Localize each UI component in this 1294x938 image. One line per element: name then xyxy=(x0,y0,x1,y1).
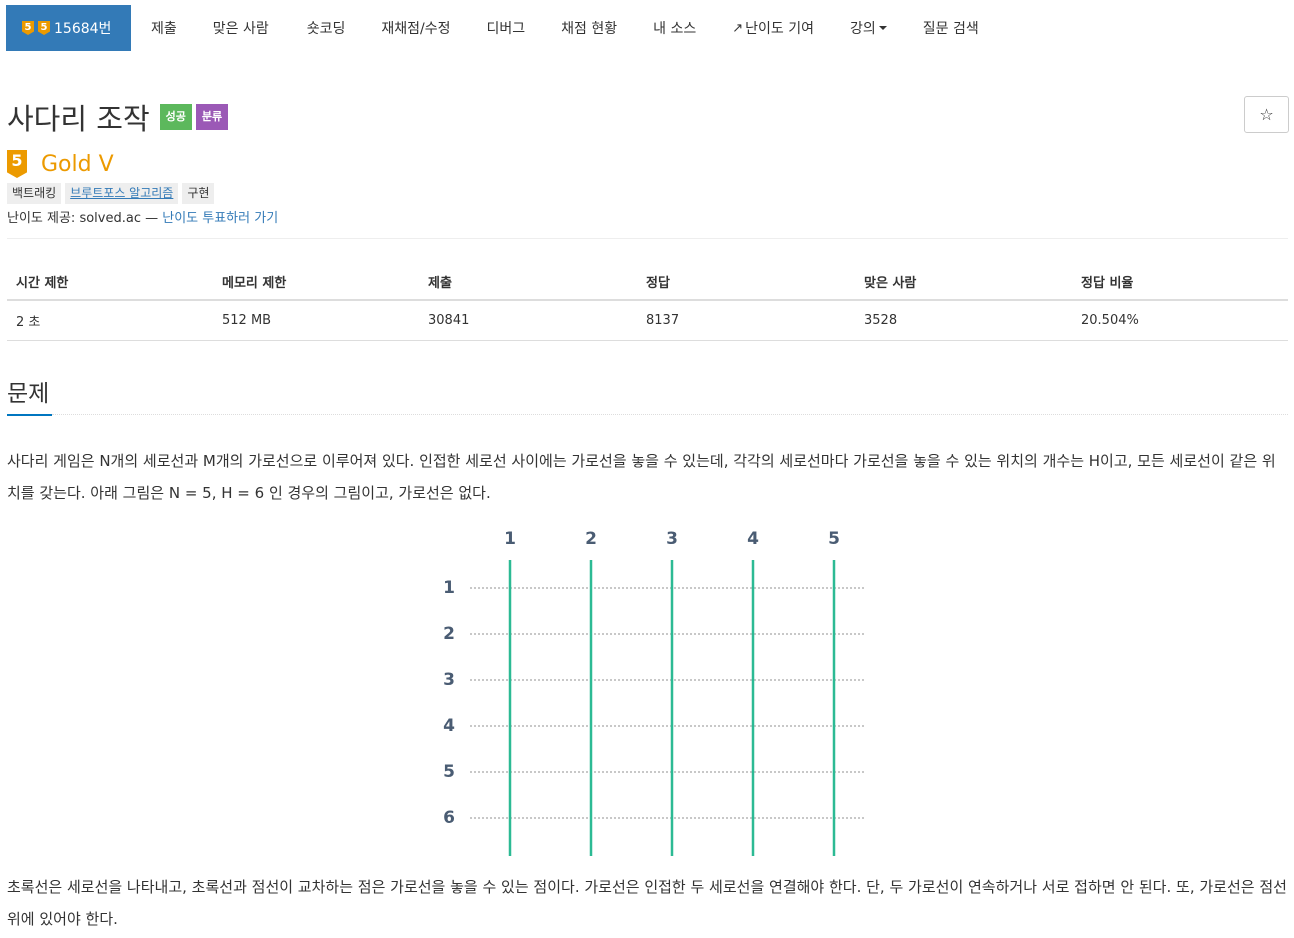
header-time-limit: 시간 제한 xyxy=(7,264,213,301)
divider xyxy=(7,238,1288,239)
difficulty-provider: 난이도 제공: solved.ac — 난이도 투표하러 가기 xyxy=(7,207,278,226)
tag-bruteforce[interactable]: 브루트포스 알고리즘 xyxy=(65,183,179,204)
problem-info-table: 시간 제한 메모리 제한 제출 정답 맞은 사람 정답 비율 2 초 512 M… xyxy=(7,264,1288,341)
column-label: 2 xyxy=(585,529,597,549)
nav-correct-users[interactable]: 맞은 사람 xyxy=(213,5,269,51)
external-link-icon: ↗ xyxy=(732,20,744,36)
nav-question-search[interactable]: 질문 검색 xyxy=(923,5,979,51)
header-correct-users: 맞은 사람 xyxy=(855,264,1072,301)
cell-memory-limit: 512 MB xyxy=(213,300,419,341)
problem-tab[interactable]: 5 5 15684번 xyxy=(6,5,131,51)
problem-paragraph-2: 초록선은 세로선을 나타내고, 초록선과 점선이 교차하는 점은 가로선을 놓을… xyxy=(7,878,1287,928)
table-row: 2 초 512 MB 30841 8137 3528 20.504% xyxy=(7,300,1288,341)
favorite-star-button[interactable]: ☆ xyxy=(1244,96,1289,133)
section-divider xyxy=(52,414,1288,415)
header-submissions: 제출 xyxy=(419,264,637,301)
nav-my-source[interactable]: 내 소스 xyxy=(653,5,696,51)
row-label: 5 xyxy=(443,762,455,782)
row-label: 6 xyxy=(443,808,455,828)
problem-navbar: 5 5 15684번 제출 맞은 사람 숏코딩 재채점/수정 디버그 채점 현황… xyxy=(6,5,979,51)
nav-lecture-dropdown[interactable]: 강의 xyxy=(850,5,887,51)
nav-status[interactable]: 채점 현황 xyxy=(561,5,617,51)
nav-difficulty-contribute[interactable]: ↗ 난이도 기여 xyxy=(732,5,814,51)
header-memory-limit: 메모리 제한 xyxy=(213,264,419,301)
cell-submissions: 30841 xyxy=(419,300,637,341)
problem-header: 사다리 조작 성공 분류 xyxy=(7,96,229,138)
ladder-figure: 1 2 3 4 5 6 1 2 3 4 5 xyxy=(443,529,866,856)
difficulty-vote-link[interactable]: 난이도 투표하러 가기 xyxy=(162,211,278,226)
header-accepted: 정답 xyxy=(637,264,855,301)
algorithm-tags: 백트래킹 브루트포스 알고리즘 구현 xyxy=(7,183,218,204)
header-ratio: 정답 비율 xyxy=(1072,264,1288,301)
tier-badge-icon: 5 xyxy=(38,21,50,35)
nav-debug[interactable]: 디버그 xyxy=(487,5,526,51)
category-label[interactable]: 분류 xyxy=(195,104,229,130)
table-header-row: 시간 제한 메모리 제한 제출 정답 맞은 사람 정답 비율 xyxy=(7,264,1288,301)
cell-accepted: 8137 xyxy=(637,300,855,341)
solved-label: 성공 xyxy=(159,104,192,130)
column-label: 1 xyxy=(504,529,516,549)
tier-row: 5 Gold V xyxy=(7,150,114,178)
cell-time-limit: 2 초 xyxy=(7,300,213,341)
row-label: 1 xyxy=(443,578,455,598)
cell-ratio: 20.504% xyxy=(1072,300,1288,341)
problem-paragraph-1: 사다리 게임은 N개의 세로선과 M개의 가로선으로 이루어져 있다. 인접한 … xyxy=(7,452,1276,502)
cell-correct-users: 3528 xyxy=(855,300,1072,341)
row-label: 4 xyxy=(443,716,455,736)
column-label: 3 xyxy=(666,529,678,549)
nav-lecture-label: 강의 xyxy=(850,21,876,37)
difficulty-prefix: 난이도 제공: solved.ac — xyxy=(7,211,163,226)
nav-difficulty-label: 난이도 기여 xyxy=(745,21,814,37)
nav-rejudge[interactable]: 재채점/수정 xyxy=(381,5,450,51)
column-label: 5 xyxy=(828,529,840,549)
star-icon: ☆ xyxy=(1259,105,1274,124)
tier-badge-icon: 5 xyxy=(22,21,34,35)
page-title: 사다리 조작 xyxy=(7,102,150,136)
section-underline xyxy=(7,414,52,416)
tier-name: Gold V xyxy=(41,151,114,177)
caret-down-icon xyxy=(878,26,887,30)
gold-tier-icon: 5 xyxy=(7,150,27,178)
tag-backtracking[interactable]: 백트래킹 xyxy=(7,183,62,204)
section-title: 문제 xyxy=(7,381,50,407)
tag-implementation[interactable]: 구현 xyxy=(182,183,215,204)
row-label: 3 xyxy=(443,670,455,690)
nav-short-coding[interactable]: 숏코딩 xyxy=(307,5,346,51)
row-label: 2 xyxy=(443,624,455,644)
nav-submit[interactable]: 제출 xyxy=(151,5,177,51)
column-label: 4 xyxy=(747,529,759,549)
problem-id: 15684번 xyxy=(54,21,112,37)
